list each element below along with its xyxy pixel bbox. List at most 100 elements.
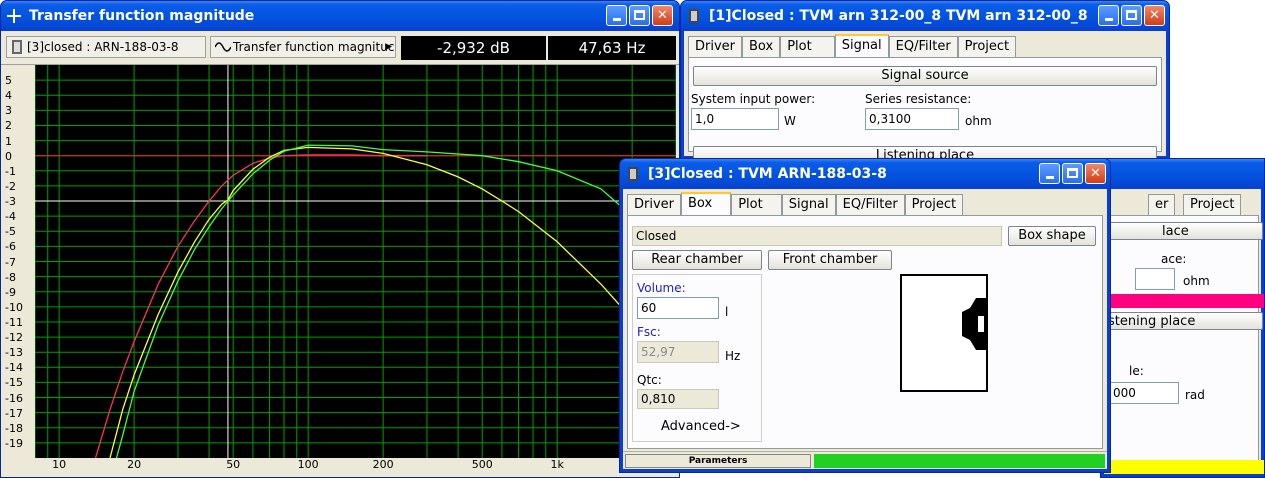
function-select-value: Transfer function magnituc — [233, 40, 395, 54]
signal-window-tabs: Driver Box Plot Signal EQ/Filter Project — [688, 34, 1017, 57]
input-power-label: System input power: — [691, 92, 816, 106]
series-resistance-field[interactable]: 0,3100 — [865, 108, 959, 130]
minimize-button[interactable] — [606, 5, 627, 26]
box-window-titlebar[interactable]: [3]Closed : TVM ARN-188-03-8 ✕ — [620, 159, 1110, 189]
tab-box[interactable]: Box — [681, 192, 732, 215]
y-tick-label: -1 — [5, 164, 16, 178]
y-tick-label: 4 — [5, 89, 12, 103]
x-tick-label: 1k — [550, 458, 564, 471]
box-shape-button[interactable]: Box shape — [1008, 226, 1096, 246]
qtc-label: Qtc: — [637, 373, 662, 387]
y-tick-label: -9 — [5, 285, 16, 299]
box-window: [3]Closed : TVM ARN-188-03-8 ✕ Driver Bo… — [619, 158, 1111, 473]
series-resistance-label: Series resistance: — [865, 92, 972, 106]
function-select[interactable]: Transfer function magnituc ▶ — [210, 36, 396, 58]
maximize-button[interactable] — [1121, 5, 1142, 26]
listening-place-partial-2[interactable]: stening place — [1101, 312, 1263, 330]
driver-select-value: [3]closed : ARN-188-03-8 — [27, 40, 179, 54]
close-button[interactable]: ✕ — [652, 5, 673, 26]
signal-window-title: [1]Closed : TVM arn 312-00_8 TVM arn 312… — [709, 8, 1088, 24]
transfer-function-chart[interactable] — [34, 65, 677, 459]
y-tick-label: -16 — [5, 391, 23, 405]
tab-project[interactable]: Project — [957, 36, 1017, 57]
tab-signal[interactable]: Signal — [781, 194, 836, 215]
volume-field[interactable]: 60 — [637, 297, 719, 319]
tab-signal[interactable]: Signal — [834, 34, 889, 57]
x-tick-label: 10 — [52, 458, 67, 471]
volume-unit: l — [725, 305, 729, 319]
y-tick-label: -3 — [5, 195, 16, 209]
y-tick-label: 5 — [5, 74, 12, 88]
speaker-icon — [689, 9, 699, 23]
qtc-field: 0,810 — [637, 389, 719, 409]
y-tick-label: -8 — [5, 270, 16, 284]
tab-eq-filter[interactable]: EQ/Filter — [888, 36, 958, 57]
graph-window-title: Transfer function magnitude — [29, 8, 255, 24]
minimize-button[interactable] — [1098, 5, 1119, 26]
tab-box[interactable]: Box — [742, 36, 781, 57]
box-shape-preview — [900, 274, 988, 392]
advanced-button[interactable]: Advanced-> — [661, 419, 741, 434]
speaker-icon — [12, 40, 22, 54]
fsc-label: Fsc: — [637, 325, 661, 339]
tab-plot[interactable]: Plot — [780, 36, 835, 57]
driver-icon — [962, 298, 988, 350]
box-window-title: [3]Closed : TVM ARN-188-03-8 — [648, 166, 887, 182]
chevron-right-icon: ▶ — [385, 42, 392, 52]
maximize-button[interactable] — [629, 5, 650, 26]
plot-area[interactable] — [34, 65, 677, 459]
front-chamber-button[interactable]: Front chamber — [768, 250, 892, 270]
fsc-field: 52,97 — [637, 341, 719, 363]
y-tick-label: -15 — [5, 376, 23, 390]
listening-place-partial[interactable]: lace — [1101, 222, 1263, 240]
y-tick-label: 3 — [5, 104, 12, 118]
x-tick-label: 50 — [226, 458, 241, 471]
series-resistance-unit: ohm — [965, 114, 992, 128]
tab-project-partial[interactable]: Project — [1183, 194, 1242, 215]
tab-eq-filter[interactable]: EQ/Filter — [835, 194, 905, 215]
y-tick-label: -5 — [5, 225, 16, 239]
box-type-field: Closed — [632, 226, 1002, 246]
signal-window: [1]Closed : TVM arn 312-00_8 TVM arn 312… — [680, 0, 1170, 160]
y-tick-label: -6 — [5, 240, 16, 254]
tab-driver[interactable]: Driver — [688, 36, 743, 57]
x-tick-label: 200 — [372, 458, 394, 471]
distance-unit: ohm — [1183, 274, 1210, 288]
angle-field[interactable]: 000 — [1109, 382, 1179, 404]
box-window-tabs: Driver Box Plot Signal EQ/Filter Project — [627, 192, 964, 215]
y-tick-label: -4 — [5, 210, 16, 224]
hidden-panel: lace ace: ohm stening place le: 000 rad — [1101, 215, 1264, 470]
tab-plot[interactable]: Plot — [731, 194, 782, 215]
driver-select[interactable]: [3]closed : ARN-188-03-8 — [6, 36, 206, 58]
y-tick-label: -11 — [5, 315, 23, 329]
distance-field-partial[interactable] — [1135, 268, 1175, 290]
y-tick-label: -7 — [5, 255, 16, 269]
rear-chamber-group: Volume: 60 l Fsc: 52,97 Hz Qtc: 0,810 Ad… — [632, 274, 762, 442]
minimize-button[interactable] — [1039, 163, 1060, 184]
hidden-window: er Project lace ace: ohm stening place l… — [1100, 158, 1265, 478]
tab-filter-partial[interactable]: er — [1148, 194, 1176, 215]
close-button[interactable]: ✕ — [1085, 163, 1106, 184]
tab-driver[interactable]: Driver — [627, 194, 682, 215]
hidden-window-titlebar[interactable] — [1101, 159, 1264, 189]
signal-source-button[interactable]: Signal source — [693, 66, 1157, 86]
parameters-tab[interactable]: Parameters — [625, 454, 811, 468]
angle-label-partial: le: — [1129, 364, 1144, 378]
y-tick-label: -12 — [5, 331, 23, 345]
box-panel: Closed Box shape Rear chamber Front cham… — [627, 215, 1103, 449]
x-axis: 1020501002005001k2k — [1, 458, 676, 472]
y-tick-label: -10 — [5, 300, 23, 314]
rear-chamber-button[interactable]: Rear chamber — [632, 250, 762, 270]
close-button[interactable]: ✕ — [1144, 5, 1165, 26]
x-tick-label: 20 — [127, 458, 142, 471]
crosshair-icon — [7, 9, 21, 23]
x-tick-label: 500 — [471, 458, 493, 471]
tab-project[interactable]: Project — [904, 194, 964, 215]
distance-label-partial: ace: — [1161, 252, 1187, 266]
maximize-button[interactable] — [1062, 163, 1083, 184]
signal-window-titlebar[interactable]: [1]Closed : TVM arn 312-00_8 TVM arn 312… — [681, 1, 1169, 31]
graph-window-titlebar[interactable]: Transfer function magnitude ✕ — [1, 1, 679, 31]
input-power-field[interactable]: 1,0 — [691, 108, 779, 130]
readout-db: -2,932 dB — [401, 36, 546, 60]
input-power-unit: W — [784, 114, 796, 128]
